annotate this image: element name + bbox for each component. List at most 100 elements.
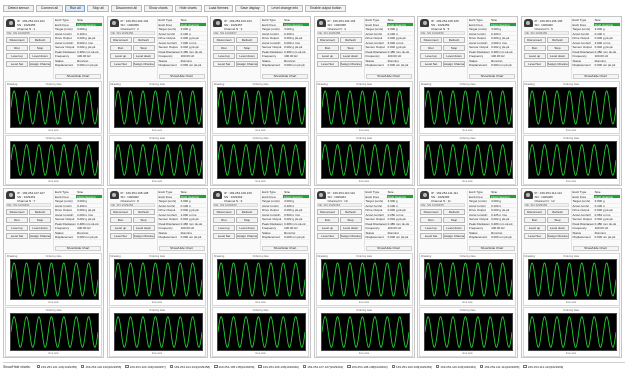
stop-button[interactable]: Stop [443,45,465,51]
level-down-button[interactable]: Level down [339,53,362,59]
toolbar-button-show-charts[interactable]: Show charts [143,4,173,12]
level-down-button[interactable]: Level down [29,225,51,231]
disconnect-button[interactable]: Disconnect [6,209,28,215]
chart-toggle-checkbox[interactable] [125,364,129,369]
assign-button[interactable]: Assign Channel N [132,61,155,67]
show-hide-chart-button[interactable]: Show/Hide Chart [572,74,619,79]
level-up-button[interactable]: Level up [316,53,339,59]
disconnect-button[interactable]: Disconnect [420,209,442,215]
level-down-button[interactable]: Level down [132,53,155,59]
chart-toggle-checkbox[interactable] [347,364,351,369]
toolbar-button-disconnect-all[interactable]: Disconnect all [110,4,142,12]
disconnect-button[interactable]: Disconnect [6,37,28,43]
toolbar-button-run-all[interactable]: Run all [64,4,86,12]
level-set-button[interactable]: Level Set [523,61,546,67]
run-button[interactable]: Run [6,217,28,223]
chart-toggle-checkbox[interactable] [169,364,174,369]
show-hide-chart-button[interactable]: Show/Hide Chart [158,74,205,79]
refresh-button[interactable]: Refresh [443,37,465,43]
chart-toggle-item[interactable]: 169.254.110.110[1029464] [435,365,476,369]
level-set-button[interactable]: Level Set [316,61,339,67]
assign-button[interactable]: Assign Channel N [29,233,51,239]
chart-toggle-checkbox[interactable] [391,364,396,369]
stop-button[interactable]: Stop [29,45,51,51]
level-set-button[interactable]: Level Set [523,233,546,239]
assign-button[interactable]: Assign Channel N [546,233,569,239]
show-hide-chart-button[interactable]: Show/Hide Chart [158,246,205,251]
level-up-button[interactable]: Level up [523,225,546,231]
chart-toggle-item[interactable]: 169.254.107.107[1029461] [302,364,343,369]
chart-toggle-checkbox[interactable] [80,364,85,369]
stop-button[interactable]: Stop [546,217,569,223]
level-down-button[interactable]: Level down [132,225,155,231]
stop-button[interactable]: Stop [132,217,155,223]
refresh-button[interactable]: Refresh [29,37,51,43]
run-button[interactable]: Run [316,217,339,223]
run-button[interactable]: Run [523,217,546,223]
level-up-button[interactable]: Level up [109,225,132,231]
chart-toggle-checkbox[interactable] [214,364,218,369]
level-set-button[interactable]: Level Set [109,233,132,239]
stop-button[interactable]: Stop [546,45,569,51]
run-button[interactable]: Run [420,217,442,223]
level-up-button[interactable]: Level up [213,53,235,59]
chart-toggle-item[interactable]: 169.254.105.105[1029459] [214,365,254,369]
level-set-button[interactable]: Level Set [420,233,442,239]
toolbar-button-level-change-info[interactable]: Level change info [266,4,304,12]
show-hide-chart-button[interactable]: Show/Hide Chart [365,74,412,79]
disconnect-button[interactable]: Disconnect [316,209,339,215]
chart-toggle-item[interactable]: 169.254.111.111[1029465] [479,365,519,369]
chart-toggle-checkbox[interactable] [302,364,307,369]
toolbar-button-enable-output-button[interactable]: Enable output button [305,4,347,12]
refresh-button[interactable]: Refresh [236,37,258,43]
run-button[interactable]: Run [523,45,546,51]
level-set-button[interactable]: Level Set [213,61,235,67]
chart-toggle-item[interactable]: 169.254.112.112[1029466] [523,365,563,369]
refresh-button[interactable]: Refresh [339,209,362,215]
assign-button[interactable]: Assign Channel N [132,233,155,239]
level-down-button[interactable]: Level down [546,53,569,59]
level-set-button[interactable]: Level Set [109,61,132,67]
refresh-button[interactable]: Refresh [443,209,465,215]
show-hide-chart-button[interactable]: Show/Hide Chart [572,246,619,251]
level-up-button[interactable]: Level up [523,53,546,59]
toolbar-button-stop-all[interactable]: Stop all [87,4,109,12]
chart-toggle-item[interactable]: 169.254.106.106[1029460] [258,365,299,369]
run-button[interactable]: Run [420,45,442,51]
toolbar-button-hide-charts[interactable]: Hide charts [174,4,202,12]
run-button[interactable]: Run [109,45,132,51]
show-hide-chart-button[interactable]: Show/Hide Chart [262,246,308,251]
chart-toggle-item[interactable]: 169.254.108.108[1029462] [347,364,388,369]
level-up-button[interactable]: Level up [213,225,235,231]
chart-toggle-checkbox[interactable] [36,364,41,369]
level-up-button[interactable]: Level up [316,225,339,231]
disconnect-button[interactable]: Disconnect [109,37,132,43]
level-set-button[interactable]: Level Set [316,233,339,239]
stop-button[interactable]: Stop [29,217,51,223]
stop-button[interactable]: Stop [132,45,155,51]
show-hide-chart-button[interactable]: Show/Hide Chart [55,246,101,251]
disconnect-button[interactable]: Disconnect [316,37,339,43]
refresh-button[interactable]: Refresh [236,209,258,215]
assign-button[interactable]: Assign Channel N [236,61,258,67]
run-button[interactable]: Run [213,217,235,223]
disconnect-button[interactable]: Disconnect [213,209,235,215]
level-up-button[interactable]: Level up [6,225,28,231]
show-hide-chart-button[interactable]: Show/Hide Chart [365,246,412,251]
show-hide-chart-button[interactable]: Show/Hide Chart [469,74,515,79]
run-button[interactable]: Run [213,45,235,51]
assign-button[interactable]: Assign Channel N [443,61,465,67]
show-hide-chart-button[interactable]: Show/Hide Chart [469,246,515,251]
show-hide-chart-button[interactable]: Show/Hide Chart [262,74,308,79]
level-set-button[interactable]: Level Set [6,61,28,67]
chart-toggle-item[interactable]: 169.254.101.101[1029455] [36,364,77,369]
chart-toggle-item[interactable]: 169.254.103.103[1029457] [125,364,166,369]
disconnect-button[interactable]: Disconnect [523,37,546,43]
refresh-button[interactable]: Refresh [546,37,569,43]
refresh-button[interactable]: Refresh [339,37,362,43]
level-down-button[interactable]: Level down [339,225,362,231]
stop-button[interactable]: Stop [339,45,362,51]
assign-button[interactable]: Assign Channel N [546,61,569,67]
chart-toggle-item[interactable]: 169.254.109.109[1029463] [391,364,432,369]
disconnect-button[interactable]: Disconnect [523,209,546,215]
